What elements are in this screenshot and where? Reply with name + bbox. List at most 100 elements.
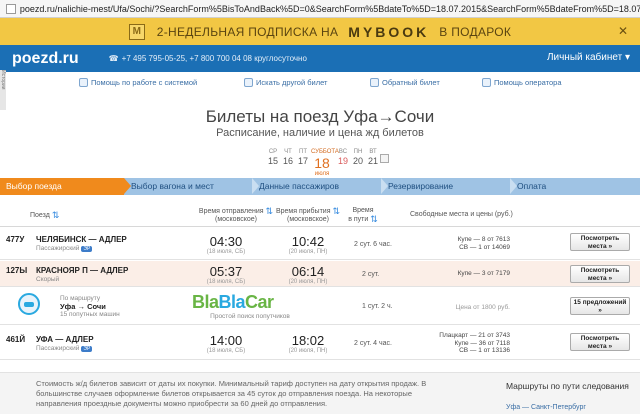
er-badge: ЭР xyxy=(81,346,93,352)
train-type: Пассажирский ЭР xyxy=(36,345,93,352)
promo-banner[interactable]: M 2-НЕДЕЛЬНАЯ ПОДПИСКА НА MYBOOK В ПОДАР… xyxy=(0,18,640,45)
er-badge: ЭР xyxy=(81,246,93,252)
page-subtitle: Расписание, наличие и цена жд билетов xyxy=(216,127,424,139)
seat-info: Купе — 8 от 7613 СВ — 1 от 14069 xyxy=(457,236,510,251)
step-passengers: Данные пассажиров xyxy=(259,181,340,191)
step-reservation: Резервирование xyxy=(388,181,454,191)
page-title: Билеты на поезд Уфа→Сочи xyxy=(205,107,435,126)
route-link[interactable]: Уфа — Санкт-Петербург xyxy=(506,404,586,411)
depart-time: 05:37 xyxy=(209,264,243,279)
calendar-icon[interactable] xyxy=(380,154,389,163)
date-19[interactable]: ВС 19 xyxy=(336,149,350,166)
arrive-time: 10:42 xyxy=(291,234,325,249)
step-select-car: Выбор вагона и мест xyxy=(131,181,214,191)
return-icon xyxy=(370,78,379,87)
sort-icon[interactable]: ⇅ xyxy=(333,206,341,216)
view-seats-button[interactable]: Посмотреть места » xyxy=(570,265,630,283)
train-route[interactable]: УФА — АДЛЕР xyxy=(36,335,94,344)
page-icon xyxy=(6,3,16,14)
arrive-time: 18:02 xyxy=(291,333,325,348)
sort-icon[interactable]: ⇅ xyxy=(370,214,378,224)
mybook-icon: M xyxy=(128,23,145,40)
date-15[interactable]: СР 15 xyxy=(266,149,280,166)
bbc-route-label: По маршруту xyxy=(60,295,101,302)
arrive-time: 06:14 xyxy=(291,264,325,279)
step-select-train: Выбор поезда xyxy=(0,178,124,195)
depart-time: 14:00 xyxy=(209,333,243,348)
arrive-date: (20 июля, ПН) xyxy=(288,249,328,255)
col-depart[interactable]: Время отправления ⇅ (московское) xyxy=(196,207,276,224)
train-type: Скорый xyxy=(36,276,60,283)
depart-date: (18 июля, СБ) xyxy=(206,348,246,354)
return-ticket-link[interactable]: Обратный билет xyxy=(370,78,440,87)
info-text: Стоимость ж/д билетов зависит от даты их… xyxy=(36,379,427,408)
table-row: 477У ЧЕЛЯБИНСК — АДЛЕР Пассажирский ЭР 04… xyxy=(0,228,640,260)
table-header: Поезд ⇅ Время отправления ⇅ (московское) Вр… xyxy=(0,203,640,227)
question-icon xyxy=(79,78,88,87)
depart-date: (18 июля, СБ) xyxy=(206,279,246,285)
train-route[interactable]: КРАСНОЯР П — АДЛЕР xyxy=(36,266,128,275)
operator-help-link[interactable]: Помощь оператора xyxy=(482,78,562,87)
date-18-selected[interactable]: СУББОТА 18 июля xyxy=(311,149,339,177)
train-route[interactable]: ЧЕЛЯБИНСК — АДЛЕР xyxy=(36,235,127,244)
help-link[interactable]: Помощь по работе с системой xyxy=(79,78,197,87)
step-divider xyxy=(252,178,259,194)
train-number: 477У xyxy=(6,235,25,244)
travel-duration: 2 сут. 6 час. xyxy=(354,241,392,248)
arrive-date: (20 июля, ПН) xyxy=(288,279,328,285)
travel-duration: 2 сут. xyxy=(362,271,380,278)
url-text[interactable]: poezd.ru/nalichie-mest/Ufa/Sochi/?Search… xyxy=(20,4,640,14)
routes-heading: Маршруты по пути следования xyxy=(506,381,629,391)
train-number: 461Й xyxy=(6,335,26,344)
promo-text-after: В ПОДАРОК xyxy=(439,24,512,39)
depart-date: (18 июля, СБ) xyxy=(206,249,246,255)
train-type: Пассажирский ЭР xyxy=(36,245,93,252)
promo-brand: MYBOOK xyxy=(348,23,430,40)
date-20[interactable]: ПН 20 xyxy=(351,149,365,166)
view-seats-button[interactable]: Посмотреть места » xyxy=(570,333,630,351)
date-16[interactable]: ЧТ 16 xyxy=(281,149,295,166)
seat-info: Плацкарт — 21 от 3743 Купе — 36 от 7118 СВ… xyxy=(439,332,510,354)
site-header: poezd.ru ☎ +7 495 795-05-25, +7 800 700 … xyxy=(0,45,640,72)
promo-text-before: 2-НЕДЕЛЬНАЯ ПОДПИСКА НА xyxy=(156,24,339,39)
operator-icon xyxy=(482,78,491,87)
bbc-tagline: Простой поиск попутчиков xyxy=(210,313,290,320)
date-strip: СР 15 ЧТ 16 ПТ 17 СУББОТА 18 июля ВС 19 ПН 20 В… xyxy=(266,145,389,177)
booking-steps: Выбор поезда Выбор вагона и мест Данные … xyxy=(0,178,640,195)
table-row: 461Й УФА — АДЛЕР Пассажирский ЭР 14:00 (1… xyxy=(0,326,640,360)
blablacar-row: По маршруту Уфа → Сочи 15 попутных машин… xyxy=(0,288,640,325)
car-icon xyxy=(18,293,40,315)
search-other-link[interactable]: Искать другой билет xyxy=(244,78,327,87)
step-divider xyxy=(510,178,517,194)
site-logo[interactable]: poezd.ru xyxy=(12,50,79,68)
step-payment: Оплата xyxy=(517,181,547,191)
travel-duration: 1 сут. 2 ч. xyxy=(362,303,393,310)
step-divider xyxy=(124,178,131,194)
date-21[interactable]: ВТ 21 xyxy=(366,149,380,166)
address-bar[interactable]: poezd.ru/nalichie-mest/Ufa/Sochi/?Search… xyxy=(0,0,640,18)
table-row: 127Ы КРАСНОЯР П — АДЛЕР Скорый 05:37 (18… xyxy=(0,261,640,287)
bbc-route[interactable]: Уфа → Сочи xyxy=(60,302,106,311)
bbc-price: Цена от 1800 руб. xyxy=(455,304,510,311)
col-arrive[interactable]: Время прибытия ⇅ (московское) xyxy=(268,207,348,224)
train-number: 127Ы xyxy=(6,266,28,275)
date-17[interactable]: ПТ 17 xyxy=(296,149,310,166)
offers-button[interactable]: 15 предложений » xyxy=(570,297,630,315)
bbc-count: 15 попутных машин xyxy=(60,311,120,318)
travel-duration: 2 сут. 4 час. xyxy=(354,340,392,347)
phone-numbers: ☎ +7 495 795-05-25, +7 800 700 04 08 кру… xyxy=(109,54,307,63)
blablacar-logo[interactable]: BlaBlaCar xyxy=(192,292,274,313)
col-train[interactable]: Поезд ⇅ xyxy=(30,211,59,220)
seat-info: Купе — 3 от 7179 xyxy=(457,270,510,277)
depart-time: 04:30 xyxy=(209,234,243,249)
sort-icon[interactable]: ⇅ xyxy=(52,210,60,220)
toolbar: Помощь по работе с системой Искать друго… xyxy=(0,78,640,92)
step-divider xyxy=(381,178,388,194)
view-seats-button[interactable]: Посмотреть места » xyxy=(570,233,630,251)
info-footer: Стоимость ж/д билетов зависит от даты их… xyxy=(0,372,640,414)
col-travel[interactable]: Время в пути ⇅ xyxy=(348,207,378,224)
phone-text: +7 495 795-05-25, +7 800 700 04 08 кругл… xyxy=(121,54,307,63)
col-seats: Свободные места и цены (руб.) xyxy=(410,211,513,218)
account-link[interactable]: Личный кабинет ▾ xyxy=(547,52,630,63)
close-icon[interactable]: ✕ xyxy=(618,24,628,38)
